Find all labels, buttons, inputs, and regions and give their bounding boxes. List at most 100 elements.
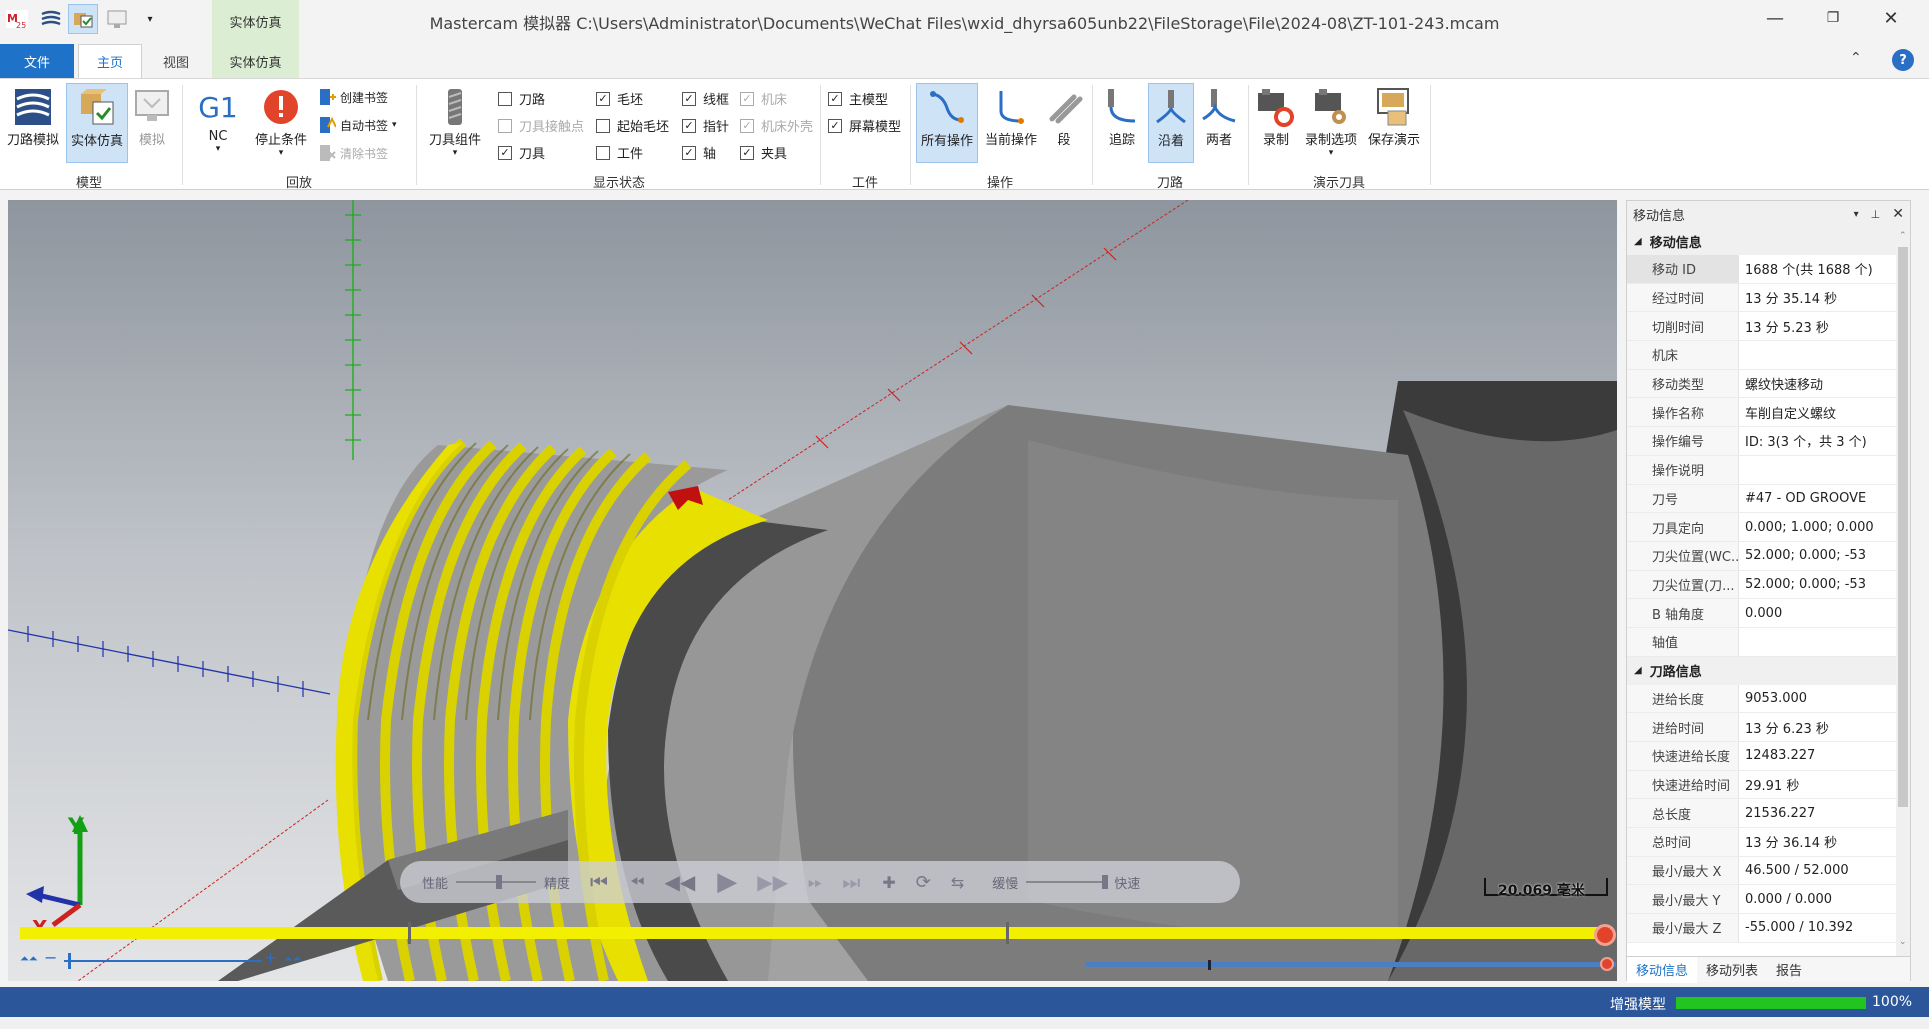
scroll-down-icon[interactable]: ⌄ bbox=[1899, 937, 1907, 947]
checkbox-main-model[interactable]: ✓ 主模型 bbox=[828, 89, 888, 108]
section-move-info[interactable]: ◢ 移动信息 bbox=[1627, 227, 1896, 255]
collapse-icon[interactable]: ◢ bbox=[1634, 236, 1642, 247]
zoom-slider[interactable] bbox=[64, 960, 262, 962]
scroll-thumb[interactable] bbox=[1898, 247, 1908, 807]
zoom-fit-icon[interactable]: ⏶⏶ bbox=[20, 952, 38, 966]
checkbox-box[interactable]: ✓ bbox=[828, 91, 842, 106]
segment-button[interactable]: 段 bbox=[1044, 83, 1084, 148]
property-row[interactable]: 刀尖位置(WC... 52.000; 0.000; -53 bbox=[1627, 541, 1896, 571]
property-row[interactable]: 操作编号 ID: 3(3 个，共 3 个) bbox=[1627, 427, 1896, 456]
checkbox-box[interactable] bbox=[596, 145, 610, 160]
restore-button[interactable]: ❐ bbox=[1804, 0, 1862, 36]
tool-component-button[interactable]: 刀具组件 ▾ bbox=[424, 83, 486, 158]
checkbox-box[interactable]: ✓ bbox=[498, 145, 512, 160]
zoom-all-icon[interactable]: ⏶⏶ bbox=[284, 952, 302, 966]
property-row[interactable]: 最小/最大 X 46.500 / 52.000 bbox=[1627, 856, 1896, 886]
fast-forward-icon[interactable]: ▶▶ bbox=[757, 870, 788, 894]
trace-button[interactable]: 追踪 bbox=[1098, 83, 1146, 148]
toolpath-sim-button[interactable]: 刀路模拟 bbox=[4, 83, 62, 148]
minimize-button[interactable]: — bbox=[1746, 0, 1804, 36]
checkbox-workpiece[interactable]: 工件 bbox=[596, 143, 643, 162]
precision-slider[interactable] bbox=[456, 875, 537, 889]
checkbox-box[interactable]: ✓ bbox=[682, 118, 696, 133]
checkbox-box[interactable]: ✓ bbox=[682, 145, 696, 160]
zoom-handle[interactable] bbox=[68, 953, 71, 969]
clear-bookmark-button[interactable]: 清除书签 bbox=[316, 143, 388, 163]
property-row[interactable]: 最小/最大 Z -55.000 / 10.392 bbox=[1627, 914, 1896, 943]
all-operations-button[interactable]: 所有操作 bbox=[916, 83, 978, 163]
property-row[interactable]: B 轴角度 0.000 bbox=[1627, 599, 1896, 628]
simulation-viewport[interactable]: Y X 20.069 毫米 性能 精度 ⏮ ⏪︎ ◀◀ ▶ ▶▶ ⏩︎ ⏭ ✚ … bbox=[8, 200, 1617, 981]
section-toolpath-info[interactable]: ◢ 刀路信息 bbox=[1627, 656, 1896, 685]
checkbox-machine-housing[interactable]: ✓ 机床外壳 bbox=[740, 116, 813, 135]
tab-move-info[interactable]: 移动信息 bbox=[1627, 956, 1698, 983]
save-demo-button[interactable]: 保存演示 bbox=[1364, 83, 1424, 148]
checkbox-box[interactable]: ✓ bbox=[740, 145, 754, 160]
auto-bookmark-button[interactable]: 自动书签 ▾ bbox=[316, 115, 397, 135]
checkbox-wireframe[interactable]: ✓ 线框 bbox=[682, 89, 729, 108]
property-row[interactable]: 移动类型 螺纹快速移动 bbox=[1627, 369, 1896, 399]
add-bookmark-icon[interactable]: ✚ bbox=[882, 873, 895, 892]
property-row[interactable]: 进给时间 13 分 6.23 秒 bbox=[1627, 713, 1896, 742]
property-row[interactable]: 切削时间 13 分 5.23 秒 bbox=[1627, 312, 1896, 342]
panel-close-icon[interactable]: ✕ bbox=[1892, 206, 1904, 222]
checkbox-fixture[interactable]: ✓ 夹具 bbox=[740, 143, 787, 162]
checkbox-box[interactable] bbox=[596, 118, 610, 133]
tab-report[interactable]: 报告 bbox=[1767, 957, 1811, 983]
tab-move-list[interactable]: 移动列表 bbox=[1697, 957, 1767, 983]
zoom-in-icon[interactable]: + bbox=[264, 948, 277, 967]
timeline-playhead[interactable] bbox=[1594, 924, 1616, 946]
property-row[interactable]: 机床 bbox=[1627, 341, 1896, 370]
checkbox-box[interactable]: ✓ bbox=[596, 91, 610, 106]
checkbox-tool-contact[interactable]: 刀具接触点 bbox=[498, 116, 584, 135]
checkbox-axis[interactable]: ✓ 轴 bbox=[682, 143, 716, 162]
help-icon[interactable]: ? bbox=[1892, 49, 1914, 71]
checkbox-initial-stock[interactable]: 起始毛坯 bbox=[596, 116, 669, 135]
create-bookmark-button[interactable]: 创建书签 bbox=[316, 87, 388, 107]
speed-slider[interactable] bbox=[1026, 875, 1109, 889]
property-row[interactable]: 快速进给时间 29.91 秒 bbox=[1627, 770, 1896, 800]
loop-range-icon[interactable]: ⇆ bbox=[951, 873, 964, 892]
scroll-up-icon[interactable]: ⌃ bbox=[1899, 231, 1907, 241]
property-row[interactable]: 刀号 #47 - OD GROOVE bbox=[1627, 484, 1896, 514]
stop-condition-button[interactable]: 停止条件 ▾ bbox=[248, 83, 314, 158]
checkbox-stock[interactable]: ✓ 毛坯 bbox=[596, 89, 643, 108]
solid-sim-button[interactable]: 实体仿真 bbox=[66, 83, 128, 163]
checkbox-box[interactable] bbox=[498, 91, 512, 106]
slider-handle[interactable] bbox=[1102, 875, 1109, 889]
both-button[interactable]: 两者 bbox=[1196, 83, 1242, 148]
go-end-icon[interactable]: ⏭ bbox=[842, 870, 860, 894]
property-row[interactable]: 经过时间 13 分 35.14 秒 bbox=[1627, 283, 1896, 313]
property-row[interactable]: 操作说明 bbox=[1627, 455, 1896, 485]
checkbox-box[interactable]: ✓ bbox=[740, 118, 754, 133]
property-row[interactable]: 最小/最大 Y 0.000 / 0.000 bbox=[1627, 885, 1896, 915]
panel-pin-icon[interactable]: ⊥ bbox=[1871, 208, 1881, 221]
go-start-icon[interactable]: ⏮ bbox=[590, 870, 608, 894]
property-row[interactable]: 总时间 13 分 36.14 秒 bbox=[1627, 828, 1896, 857]
property-row[interactable]: 移动 ID 1688 个(共 1688 个) bbox=[1627, 255, 1896, 284]
range-handle[interactable] bbox=[1600, 957, 1614, 971]
panel-scrollbar[interactable]: ⌃ ⌄ bbox=[1896, 227, 1910, 956]
collapse-ribbon-icon[interactable]: ⌃ bbox=[1850, 50, 1862, 66]
checkbox-box[interactable] bbox=[498, 118, 512, 133]
tab-file[interactable]: 文件 bbox=[0, 44, 74, 78]
rewind-icon[interactable]: ◀◀ bbox=[664, 870, 695, 894]
loop-icon[interactable]: ⟳ bbox=[916, 872, 931, 893]
collapse-icon[interactable]: ◢ bbox=[1634, 665, 1642, 676]
checkbox-screen-model[interactable]: ✓ 屏幕模型 bbox=[828, 116, 901, 135]
step-forward-icon[interactable]: ⏩︎ bbox=[808, 872, 822, 893]
close-button[interactable]: ✕ bbox=[1862, 0, 1920, 36]
current-operation-button[interactable]: 当前操作 bbox=[980, 83, 1042, 148]
slider-handle[interactable] bbox=[496, 875, 503, 889]
checkbox-pointer[interactable]: ✓ 指针 bbox=[682, 116, 729, 135]
property-row[interactable]: 操作名称 车削自定义螺纹 bbox=[1627, 398, 1896, 428]
tab-view[interactable]: 视图 bbox=[146, 44, 206, 78]
property-row[interactable]: 刀尖位置(刀... 52.000; 0.000; -53 bbox=[1627, 570, 1896, 600]
property-row[interactable]: 轴值 bbox=[1627, 627, 1896, 657]
step-back-icon[interactable]: ⏪︎ bbox=[630, 872, 644, 893]
checkbox-box[interactable]: ✓ bbox=[682, 91, 696, 106]
property-row[interactable]: 进给长度 9053.000 bbox=[1627, 684, 1896, 714]
property-row[interactable]: 总长度 21536.227 bbox=[1627, 799, 1896, 829]
range-slider[interactable] bbox=[1086, 962, 1616, 967]
property-row[interactable]: 刀具定向 0.000; 1.000; 0.000 bbox=[1627, 513, 1896, 542]
